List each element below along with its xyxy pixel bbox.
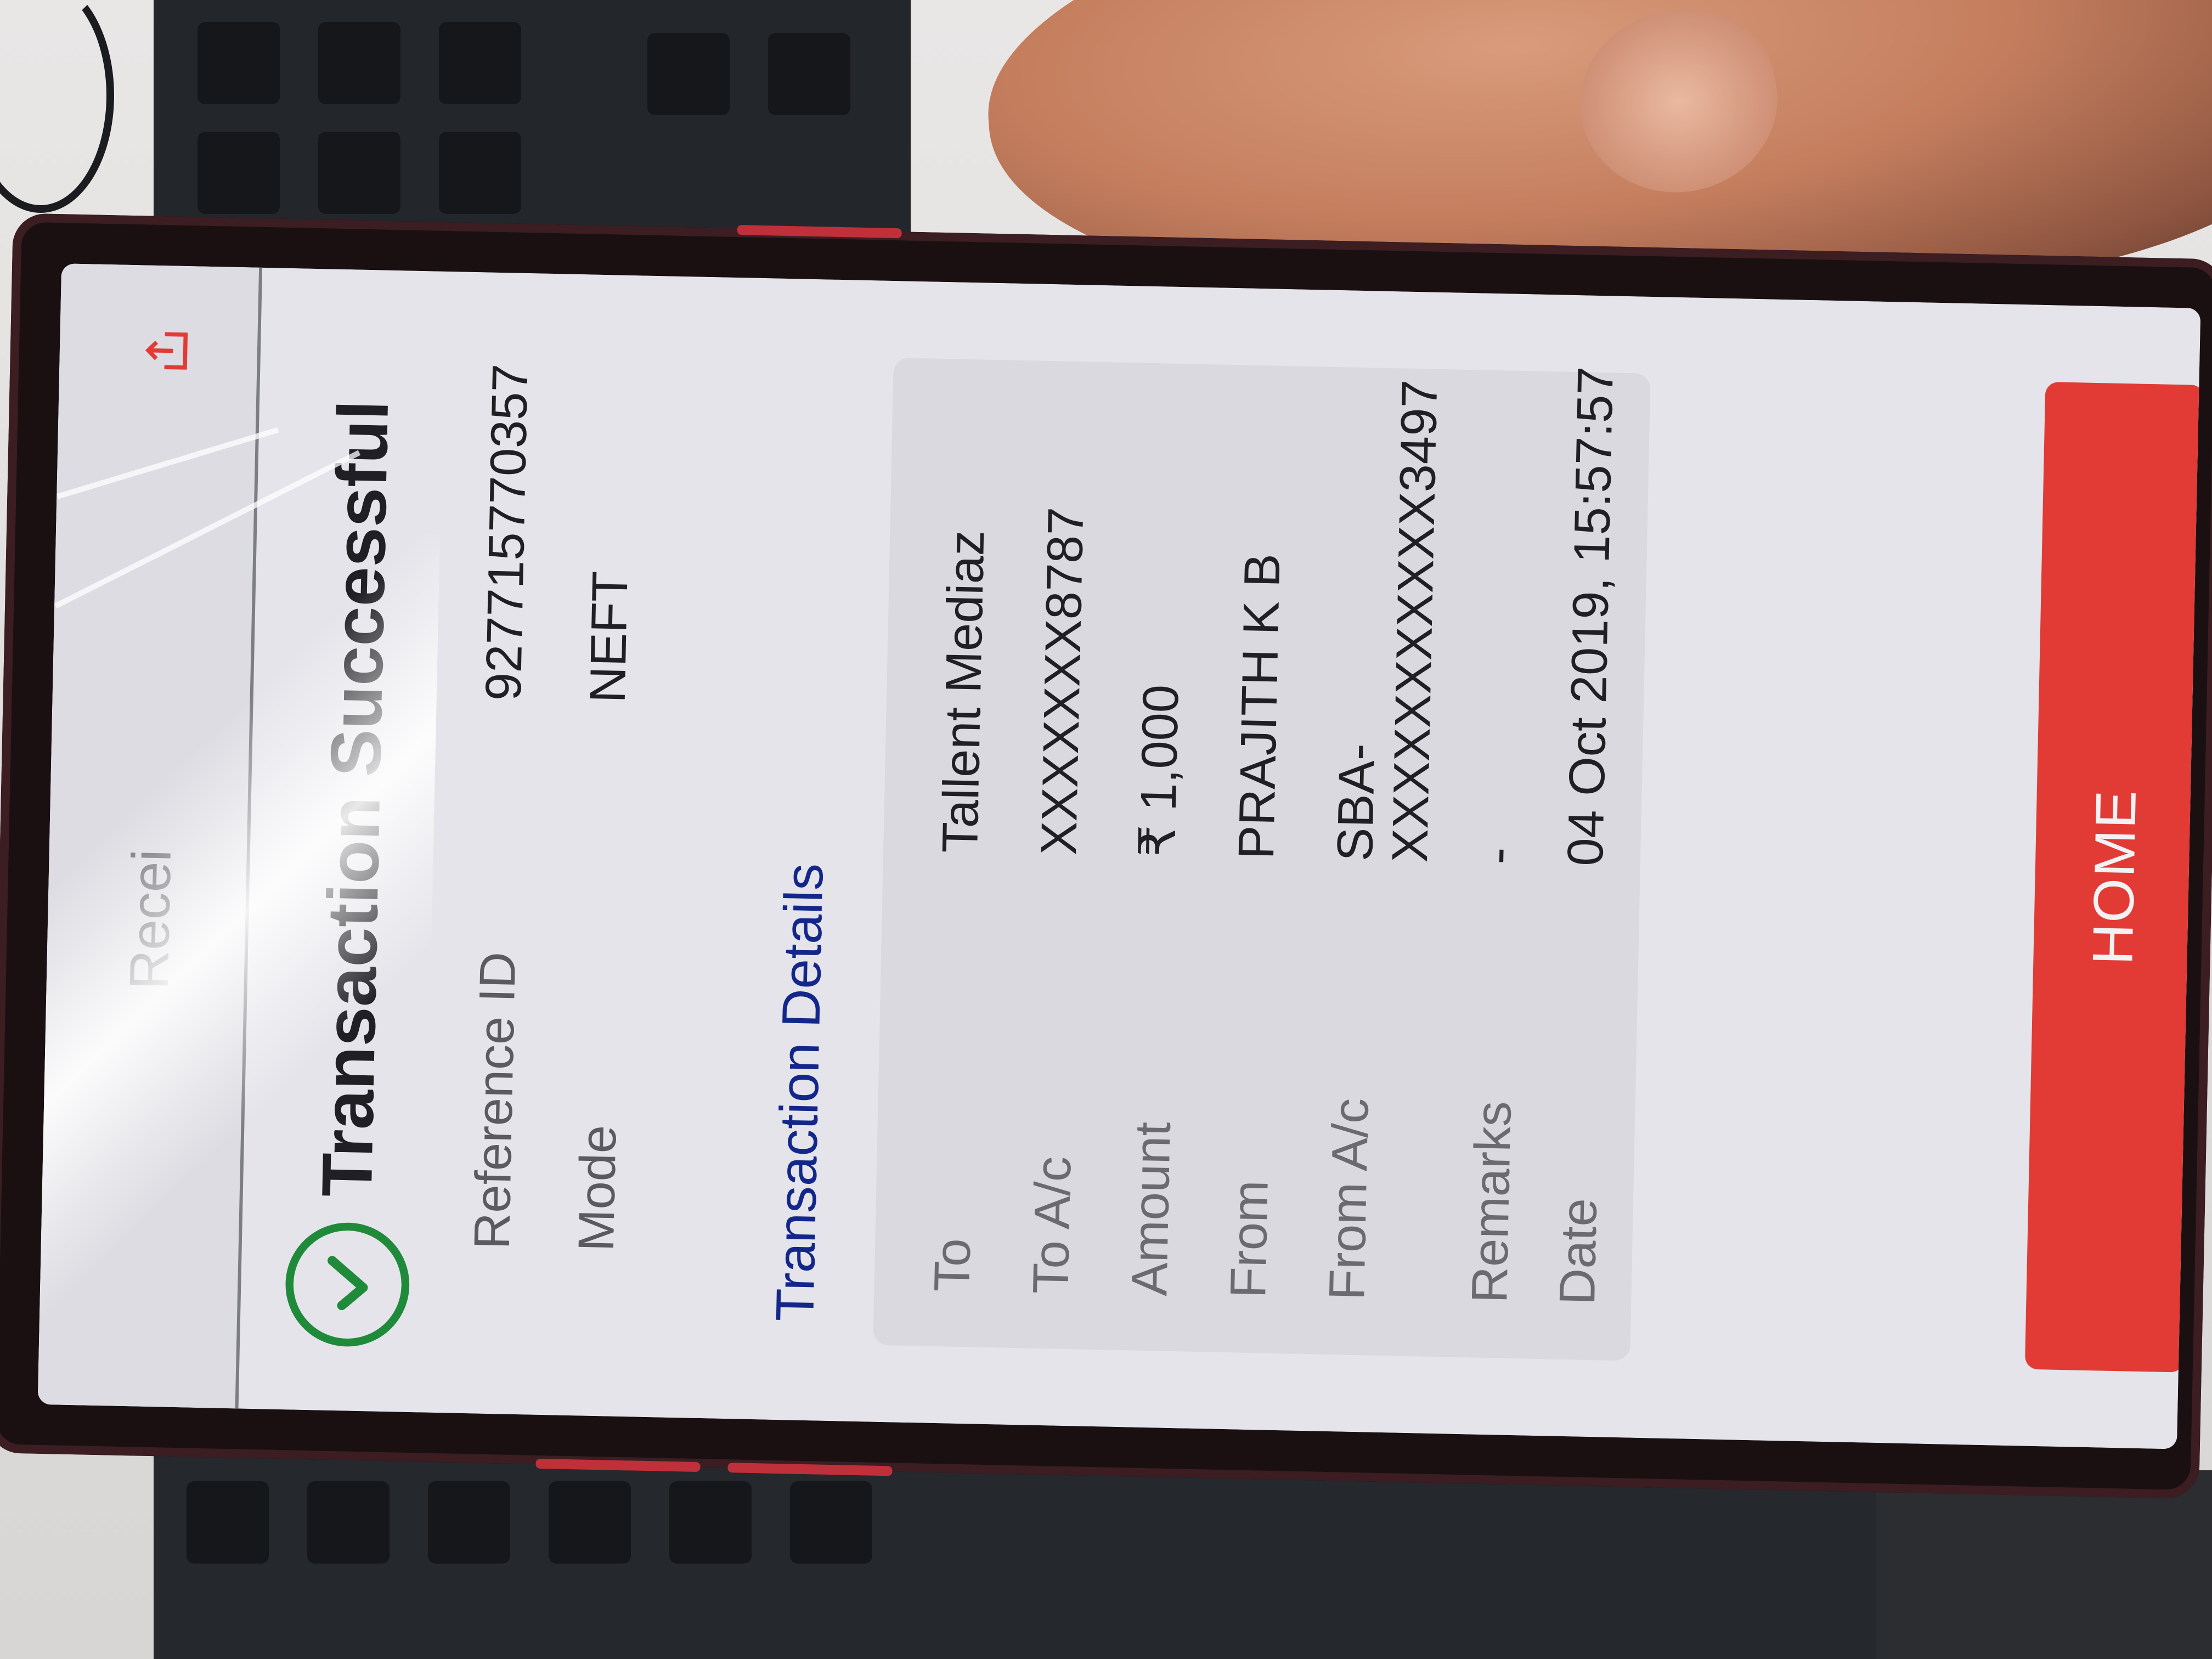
detail-value: ₹ 1,000 bbox=[1129, 684, 1189, 858]
detail-label: To bbox=[924, 1238, 981, 1293]
keyboard-key bbox=[198, 132, 280, 214]
detail-label: From bbox=[1220, 1180, 1279, 1299]
keyboard-key bbox=[187, 1481, 269, 1564]
mode-row: Mode NEFT bbox=[568, 318, 659, 1252]
detail-value: Tallent Mediaz bbox=[932, 529, 995, 854]
detail-value: 04 Oct 2019, 15:57:57 bbox=[1557, 366, 1624, 867]
reference-id-value: 927715770357 bbox=[475, 363, 539, 702]
detail-row-from-account: From A/c SBA- XXXXXXXXXXX3497 bbox=[1318, 367, 1459, 1302]
detail-value: - bbox=[1469, 847, 1526, 865]
keyboard-key bbox=[439, 22, 521, 104]
detail-label: To A/c bbox=[1023, 1155, 1082, 1295]
detail-value: XXXXXXX8787 bbox=[1031, 506, 1094, 856]
keyboard-key bbox=[428, 1481, 510, 1564]
status-title: Transaction Successful bbox=[306, 399, 404, 1198]
mode-label: Mode bbox=[568, 1124, 627, 1252]
keyboard-key bbox=[198, 22, 280, 104]
reference-id-row: Reference ID 927715770357 bbox=[464, 316, 555, 1250]
detail-value: PRAJITH K B bbox=[1228, 552, 1291, 860]
keyboard-key bbox=[318, 22, 400, 104]
phone: Recei Transaction Successful Reference I… bbox=[0, 213, 2212, 1499]
share-icon[interactable] bbox=[142, 325, 192, 376]
mode-value: NEFT bbox=[579, 571, 639, 704]
reference-id-label: Reference ID bbox=[464, 951, 527, 1250]
home-button[interactable]: HOME bbox=[2024, 382, 2201, 1373]
status-row: Transaction Successful bbox=[275, 399, 437, 1352]
keyboard-key bbox=[790, 1481, 872, 1564]
keyboard-key bbox=[647, 33, 730, 115]
detail-label: Remarks bbox=[1462, 1101, 1522, 1304]
photo-scene: Recei Transaction Successful Reference I… bbox=[0, 0, 2212, 1659]
keyboard-key bbox=[549, 1481, 631, 1564]
desk-surface bbox=[1876, 1470, 2212, 1659]
app-header: Recei bbox=[37, 263, 259, 1409]
keyboard-key bbox=[439, 132, 521, 214]
keyboard-key bbox=[768, 33, 850, 115]
detail-row-remarks: Remarks - bbox=[1461, 370, 1563, 1304]
page-title: Recei bbox=[118, 849, 183, 991]
detail-label: Amount bbox=[1121, 1121, 1181, 1297]
detail-row-to: To Tallent Mediaz bbox=[923, 359, 1025, 1293]
detail-row-from: From PRAJITH K B bbox=[1220, 365, 1322, 1299]
detail-value-line: SBA- bbox=[1327, 743, 1386, 862]
detail-value: SBA- XXXXXXXXXXX3497 bbox=[1327, 378, 1448, 864]
cable bbox=[0, 0, 114, 213]
detail-row-to-account: To A/c XXXXXXX8787 bbox=[1022, 361, 1124, 1295]
detail-label: Date bbox=[1549, 1198, 1608, 1306]
detail-row-amount: Amount ₹ 1,000 bbox=[1121, 363, 1223, 1297]
keyboard-key bbox=[307, 1481, 390, 1564]
phone-screen: Recei Transaction Successful Reference I… bbox=[37, 263, 2201, 1449]
receipt-screen: Recei Transaction Successful Reference I… bbox=[37, 263, 2201, 1449]
detail-row-date: Date 04 Oct 2019, 15:57:57 bbox=[1549, 366, 1651, 1306]
detail-label: From A/c bbox=[1319, 1097, 1379, 1301]
check-circle-icon bbox=[285, 1222, 410, 1347]
section-title: Transaction Details bbox=[764, 862, 834, 1322]
detail-value-line: XXXXXXXXXXX3497 bbox=[1381, 379, 1448, 864]
keyboard-key bbox=[318, 132, 400, 214]
keyboard-key bbox=[669, 1481, 752, 1564]
details-card: To Tallent Mediaz To A/c XXXXXXX8787 Amo… bbox=[873, 358, 1651, 1361]
